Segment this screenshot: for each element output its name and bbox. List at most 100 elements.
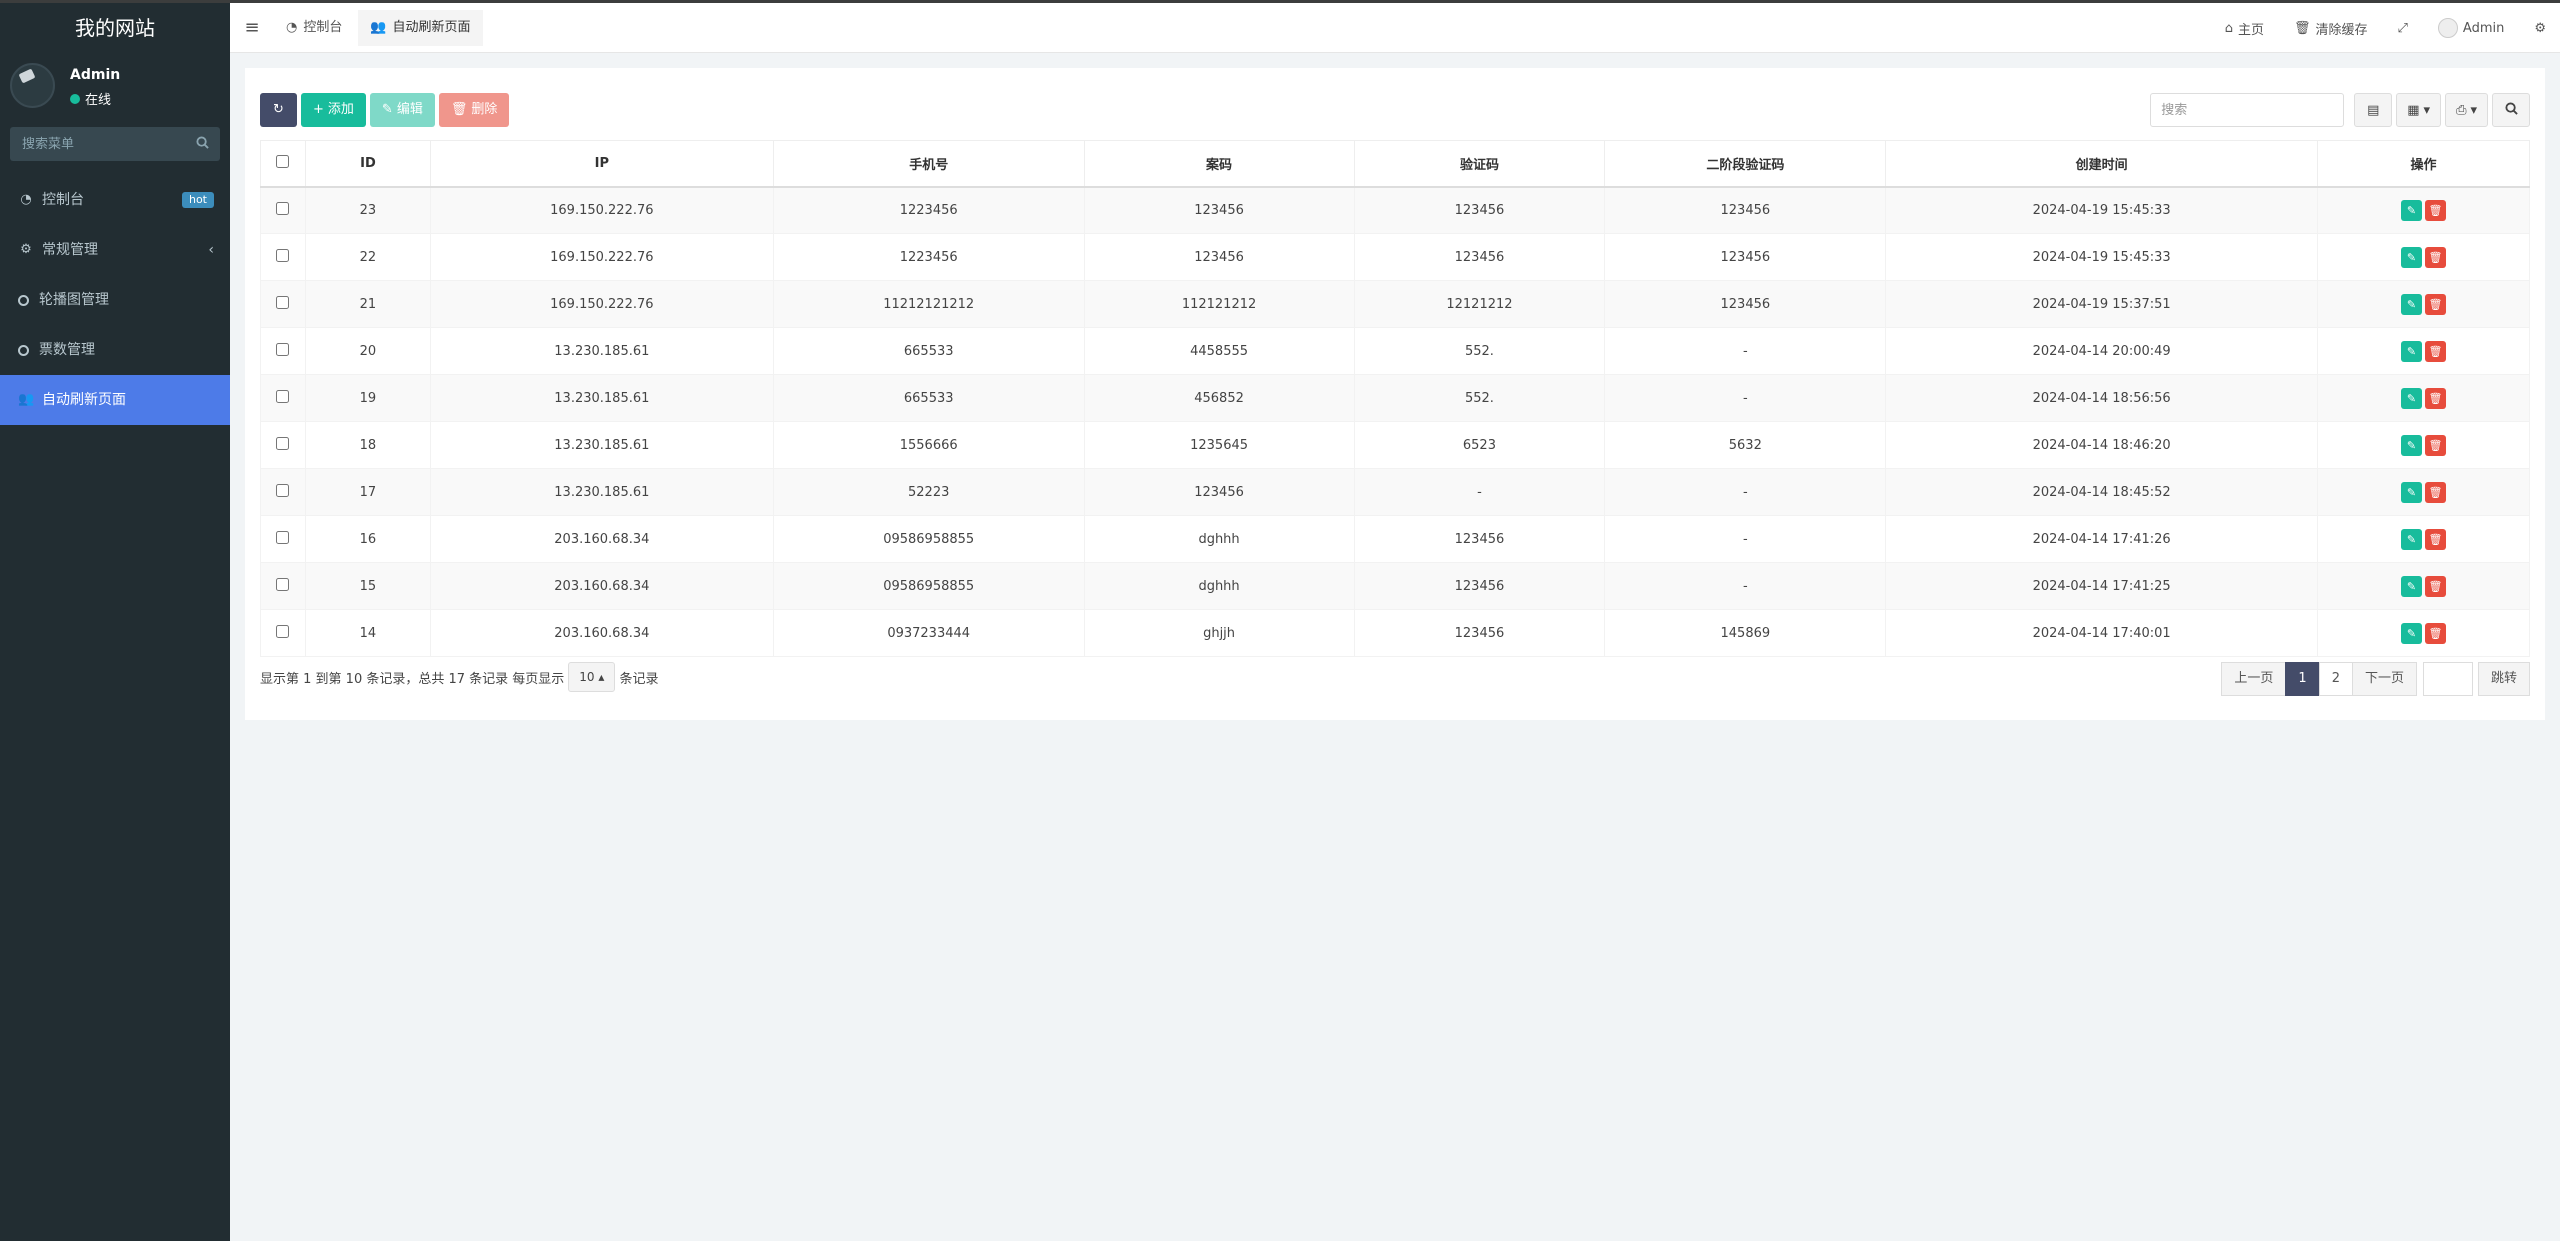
row-delete-button[interactable]: 🗑 <box>2425 199 2447 221</box>
edit-label: 编辑 <box>396 102 423 117</box>
row-delete-button[interactable]: 🗑 <box>2425 481 2447 503</box>
export-icon: ⎙ <box>2456 102 2467 118</box>
tab-dashboard[interactable]: ◔ 控制台 <box>274 10 354 46</box>
toolbar: ↻ + 添加 ✎ 编辑 🗑 删除 <box>260 93 510 127</box>
next-page-button[interactable]: 下一页 <box>2351 662 2417 696</box>
home-link[interactable]: ⌂ 主页 <box>2225 19 2264 38</box>
column-header[interactable]: 案码 <box>1083 140 1355 188</box>
columns-button[interactable]: ▦ ▾ <box>2396 93 2442 127</box>
table-cell: 665533 <box>772 327 1085 375</box>
table-cell: 4458555 <box>1083 327 1355 375</box>
table-cell: - <box>1604 468 1887 516</box>
table-row: 23 169.150.222.76 1223456 123456 123456 12345… <box>260 186 2530 234</box>
jump-page-input[interactable] <box>2422 662 2473 696</box>
menu-toggle-icon[interactable]: ≡ <box>230 17 274 38</box>
row-checkbox[interactable] <box>276 624 290 638</box>
delete-button[interactable]: 🗑 删除 <box>438 93 510 127</box>
row-checkbox[interactable] <box>276 342 290 356</box>
export-button[interactable]: ⎙ ▾ <box>2445 93 2488 127</box>
sidebar-item-carousel[interactable]: 轮播图管理 <box>0 275 230 325</box>
page-2-button[interactable]: 2 <box>2318 662 2353 696</box>
column-header[interactable]: 创建时间 <box>1885 140 2319 188</box>
row-edit-button[interactable]: ✎ <box>2401 481 2423 503</box>
online-dot-icon <box>70 93 80 104</box>
settings-button[interactable]: ⚙ <box>2534 21 2546 36</box>
row-edit-button[interactable]: ✎ <box>2401 434 2423 456</box>
prev-page-button[interactable]: 上一页 <box>2221 662 2287 696</box>
column-header[interactable]: 验证码 <box>1353 140 1606 188</box>
jump-button[interactable]: 跳转 <box>2477 662 2530 696</box>
clear-cache-button[interactable]: 🗑 清除缓存 <box>2294 19 2368 38</box>
table-cell: 123456 <box>1083 468 1355 516</box>
table-cell: 203.160.68.34 <box>429 515 774 563</box>
table-cell: 2024-04-19 15:45:33 <box>1885 186 2319 234</box>
table-cell: 5632 <box>1604 421 1887 469</box>
row-checkbox[interactable] <box>276 295 290 309</box>
row-delete-button[interactable]: 🗑 <box>2425 340 2447 362</box>
row-actions-cell: ✎ 🗑 <box>2317 468 2530 516</box>
home-label: 主页 <box>2237 22 2264 38</box>
column-header[interactable]: IP <box>429 140 774 188</box>
refresh-button[interactable]: ↻ <box>260 93 297 127</box>
select-all-checkbox[interactable] <box>276 154 290 168</box>
row-checkbox[interactable] <box>276 483 290 497</box>
row-checkbox[interactable] <box>276 201 290 215</box>
row-edit-button[interactable]: ✎ <box>2401 246 2423 268</box>
row-delete-button[interactable]: 🗑 <box>2425 575 2447 597</box>
row-delete-button[interactable]: 🗑 <box>2425 246 2447 268</box>
trash-icon: 🗑 <box>2293 20 2311 36</box>
search-icon[interactable] <box>196 136 210 150</box>
sidebar-item-label: 轮播图管理 <box>39 292 109 308</box>
table-cell: 2024-04-19 15:37:51 <box>1885 280 2319 328</box>
table-cell: 169.150.222.76 <box>429 186 774 234</box>
row-edit-button[interactable]: ✎ <box>2401 528 2423 550</box>
column-header[interactable]: 手机号 <box>772 140 1085 188</box>
column-header[interactable]: 二阶段验证码 <box>1604 140 1887 188</box>
row-delete-button[interactable]: 🗑 <box>2425 387 2447 409</box>
advanced-search-button[interactable] <box>2492 93 2530 127</box>
sidebar-item-general[interactable]: ⚙ 常规管理 ‹ <box>0 225 230 275</box>
row-delete-button[interactable]: 🗑 <box>2425 622 2447 644</box>
page-1-button[interactable]: 1 <box>2285 662 2320 696</box>
row-checkbox[interactable] <box>276 389 290 403</box>
row-delete-button[interactable]: 🗑 <box>2425 293 2447 315</box>
sidebar-item-auto-refresh[interactable]: 👥 自动刷新页面 <box>0 375 230 425</box>
edit-button[interactable]: ✎ 编辑 <box>369 93 435 127</box>
table-cell: 552. <box>1353 374 1606 422</box>
row-delete-button[interactable]: 🗑 <box>2425 528 2447 550</box>
menu-search <box>10 127 220 161</box>
fullscreen-button[interactable]: ⤢ <box>2398 21 2408 36</box>
sidebar-menu: ◔ 控制台 hot ⚙ 常规管理 ‹ 轮播图管理 票数管理 👥 自动刷新页面 <box>0 175 230 425</box>
row-edit-button[interactable]: ✎ <box>2401 293 2423 315</box>
page-size-select[interactable]: 10 ▴ <box>568 662 616 692</box>
site-logo[interactable]: 我的网站 <box>0 3 230 53</box>
row-edit-button[interactable]: ✎ <box>2401 575 2423 597</box>
row-delete-button[interactable]: 🗑 <box>2425 434 2447 456</box>
row-checkbox[interactable] <box>276 248 290 262</box>
sidebar-item-votes[interactable]: 票数管理 <box>0 325 230 375</box>
row-actions-cell: ✎ 🗑 <box>2317 186 2530 234</box>
menu-search-input[interactable] <box>10 127 220 161</box>
admin-menu[interactable]: Admin <box>2437 18 2504 38</box>
row-edit-button[interactable]: ✎ <box>2401 199 2423 221</box>
row-checkbox[interactable] <box>276 530 290 544</box>
table-cell: 20 <box>304 327 431 375</box>
row-checkbox[interactable] <box>276 577 290 591</box>
sidebar-item-label: 常规管理 <box>42 242 98 258</box>
row-edit-button[interactable]: ✎ <box>2401 387 2423 409</box>
row-edit-button[interactable]: ✎ <box>2401 340 2423 362</box>
toggle-view-button[interactable]: ▤ <box>2354 93 2393 127</box>
table-cell: 123456 <box>1353 609 1606 657</box>
table-search-input[interactable] <box>2150 93 2345 127</box>
table-cell: 12121212 <box>1353 280 1606 328</box>
table-cell: - <box>1604 562 1887 610</box>
column-header[interactable]: ID <box>304 140 431 188</box>
pagination-info: 显示第 1 到第 10 条记录，总共 17 条记录 每页显示 10 ▴ 条记录 <box>260 662 658 692</box>
tab-auto-refresh[interactable]: 👥 自动刷新页面 <box>358 9 483 46</box>
row-checkbox[interactable] <box>276 436 290 450</box>
row-edit-button[interactable]: ✎ <box>2401 622 2423 644</box>
sidebar-item-dashboard[interactable]: ◔ 控制台 hot <box>0 175 230 225</box>
table-cell: 123456 <box>1353 233 1606 281</box>
table-row: 18 13.230.185.61 1556666 1235645 6523 5632 202… <box>260 421 2530 469</box>
add-button[interactable]: + 添加 <box>301 93 366 127</box>
